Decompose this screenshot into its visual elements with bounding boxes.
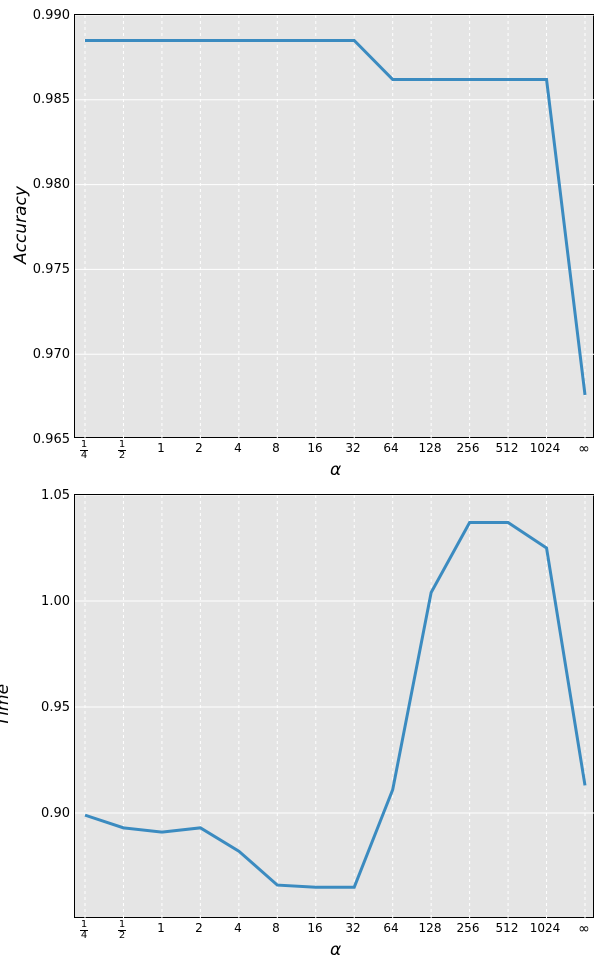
xtick-label: 512 [490, 922, 524, 934]
xtick-label: 12 [105, 440, 139, 461]
xtick-label: 16 [298, 442, 332, 454]
ytick-label: 0.90 [30, 806, 70, 821]
xtick-label: 512 [490, 442, 524, 454]
xtick-label: 14 [67, 440, 101, 461]
ytick-label: 0.985 [30, 92, 70, 107]
ytick-label: 0.975 [30, 262, 70, 277]
xtick-label: 256 [451, 442, 485, 454]
xtick-label: 12 [105, 920, 139, 941]
xtick-label: 1 [144, 922, 178, 934]
xtick-label: 1024 [528, 922, 562, 934]
xtick-label: 64 [374, 442, 408, 454]
accuracy-chart [74, 14, 594, 438]
figure: 0.990 0.985 0.980 0.975 0.970 0.965 14 1… [0, 0, 608, 956]
xtick-label: 256 [451, 922, 485, 934]
time-plot-svg [75, 495, 595, 919]
ylabel-accuracy: Accuracy [11, 186, 31, 264]
xtick-label: 32 [336, 442, 370, 454]
ytick-label: 0.95 [30, 700, 70, 715]
xtick-label: 4 [221, 442, 255, 454]
xlabel-alpha-bottom: α [330, 940, 341, 960]
xtick-label: 2 [182, 922, 216, 934]
xtick-label: ∞ [567, 922, 601, 936]
xtick-label: 4 [221, 922, 255, 934]
xtick-label: 8 [259, 922, 293, 934]
time-series [85, 523, 585, 888]
xtick-label: 2 [182, 442, 216, 454]
grid-horizontal [75, 495, 595, 919]
xtick-label: 64 [374, 922, 408, 934]
xtick-label: 1024 [528, 442, 562, 454]
xtick-label: ∞ [567, 442, 601, 456]
ytick-label: 1.00 [30, 594, 70, 609]
ylabel-time: Time [0, 684, 13, 726]
ytick-label: 0.970 [30, 347, 70, 362]
ytick-label: 1.05 [30, 488, 70, 503]
ytick-label: 0.990 [30, 8, 70, 23]
xtick-label: 16 [298, 922, 332, 934]
xtick-label: 8 [259, 442, 293, 454]
time-chart [74, 494, 594, 918]
xtick-label: 14 [67, 920, 101, 941]
xlabel-alpha-top: α [330, 460, 341, 480]
xtick-label: 128 [413, 442, 447, 454]
accuracy-plot-svg [75, 15, 595, 439]
ytick-label: 0.965 [30, 432, 70, 447]
ytick-label: 0.980 [30, 177, 70, 192]
xtick-label: 32 [336, 922, 370, 934]
xtick-label: 128 [413, 922, 447, 934]
xtick-label: 1 [144, 442, 178, 454]
accuracy-series [85, 40, 585, 394]
